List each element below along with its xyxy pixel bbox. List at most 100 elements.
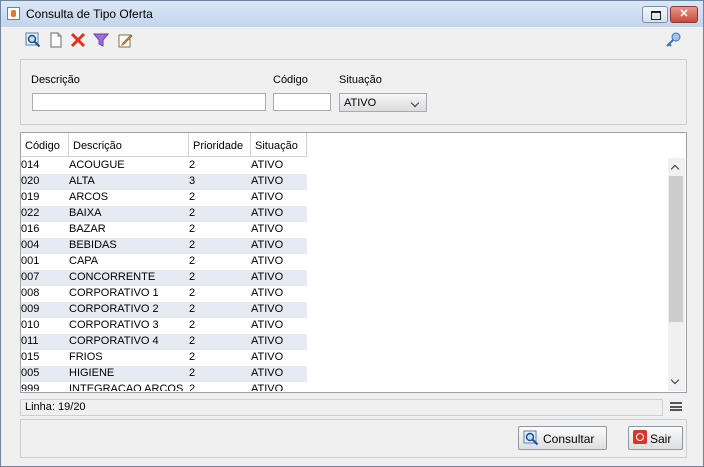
status-bar: Linha: 19/20 xyxy=(20,399,663,416)
cell-prioridade: 3 xyxy=(189,175,196,187)
cell-prioridade: 2 xyxy=(189,191,196,203)
search-icon[interactable] xyxy=(25,32,41,48)
cell-prioridade: 2 xyxy=(189,367,196,379)
situacao-label: Situação xyxy=(339,74,382,86)
cell-codigo: 001 xyxy=(21,255,40,267)
cell-descricao: INTEGRACAO ARCOS xyxy=(69,383,184,391)
cell-descricao: FRIOS xyxy=(69,351,103,363)
new-document-icon[interactable] xyxy=(48,32,64,48)
cell-descricao: CAPA xyxy=(69,255,99,267)
cell-situacao: ATIVO xyxy=(251,239,284,251)
search-icon xyxy=(523,430,539,446)
table-row[interactable]: 004 BEBIDAS 2 ATIVO xyxy=(21,238,307,254)
cell-prioridade: 2 xyxy=(189,255,196,267)
table-body: 014 ACOUGUE 2 ATIVO 020 ALTA 3 ATIVO 019 ARCOS 2 AT… xyxy=(21,158,307,391)
button-panel: Consultar Sair xyxy=(20,419,687,458)
filter-icon[interactable] xyxy=(93,32,109,48)
cell-descricao: CORPORATIVO 3 xyxy=(69,319,159,331)
cell-codigo: 016 xyxy=(21,223,40,235)
table-row[interactable]: 009 CORPORATIVO 2 2 ATIVO xyxy=(21,302,307,318)
cell-descricao: CORPORATIVO 2 xyxy=(69,303,159,315)
chevron-down-icon xyxy=(410,98,420,108)
edit-icon[interactable] xyxy=(117,32,133,48)
cell-situacao: ATIVO xyxy=(251,335,284,347)
cell-situacao: ATIVO xyxy=(251,287,284,299)
cell-situacao: ATIVO xyxy=(251,303,284,315)
window: Consulta de Tipo Oferta ✕ Descrição Códi… xyxy=(0,0,704,467)
restore-button[interactable] xyxy=(642,6,668,23)
results-table[interactable]: Código Descrição Prioridade Situação 014… xyxy=(20,132,687,393)
chevron-up-icon[interactable] xyxy=(670,164,680,174)
vertical-scrollbar[interactable] xyxy=(668,158,685,391)
column-header-situacao[interactable]: Situação xyxy=(251,133,307,157)
cell-prioridade: 2 xyxy=(189,335,196,347)
cell-situacao: ATIVO xyxy=(251,351,284,363)
consultar-button[interactable]: Consultar xyxy=(518,426,607,450)
cell-codigo: 015 xyxy=(21,351,40,363)
menu-lines-icon[interactable] xyxy=(670,402,682,411)
key-icon[interactable] xyxy=(665,32,681,48)
consultar-label: Consultar xyxy=(543,432,595,446)
cell-descricao: ALTA xyxy=(69,175,95,187)
table-row[interactable]: 015 FRIOS 2 ATIVO xyxy=(21,350,307,366)
cell-descricao: CONCORRENTE xyxy=(69,271,156,283)
sair-button[interactable]: Sair xyxy=(628,426,683,450)
cell-situacao: ATIVO xyxy=(251,207,284,219)
codigo-input[interactable] xyxy=(273,93,331,111)
table-row[interactable]: 005 HIGIENE 2 ATIVO xyxy=(21,366,307,382)
window-title: Consulta de Tipo Oferta xyxy=(26,7,153,21)
descricao-label: Descrição xyxy=(31,74,80,86)
sair-label: Sair xyxy=(650,432,672,446)
cell-codigo: 020 xyxy=(21,175,40,187)
cell-prioridade: 2 xyxy=(189,351,196,363)
cell-codigo: 011 xyxy=(21,335,39,347)
cell-situacao: ATIVO xyxy=(251,271,284,283)
table-row[interactable]: 001 CAPA 2 ATIVO xyxy=(21,254,307,270)
cell-codigo: 022 xyxy=(21,207,40,219)
cell-codigo: 014 xyxy=(21,159,40,171)
chevron-down-icon[interactable] xyxy=(670,375,680,385)
column-header-prioridade[interactable]: Prioridade xyxy=(189,133,251,157)
situacao-select[interactable]: ATIVO xyxy=(339,93,427,112)
column-header-descricao[interactable]: Descrição xyxy=(69,133,189,157)
cell-prioridade: 2 xyxy=(189,239,196,251)
table-row[interactable]: 016 BAZAR 2 ATIVO xyxy=(21,222,307,238)
cell-situacao: ATIVO xyxy=(251,255,284,267)
cell-codigo: 008 xyxy=(21,287,40,299)
cell-prioridade: 2 xyxy=(189,319,196,331)
cell-codigo: 019 xyxy=(21,191,40,203)
table-row[interactable]: 010 CORPORATIVO 3 2 ATIVO xyxy=(21,318,307,334)
cell-descricao: BAZAR xyxy=(69,223,106,235)
java-app-icon xyxy=(7,7,20,20)
cell-situacao: ATIVO xyxy=(251,159,284,171)
situacao-selected-value: ATIVO xyxy=(344,97,377,109)
cell-prioridade: 2 xyxy=(189,287,196,299)
cell-codigo: 009 xyxy=(21,303,40,315)
power-icon xyxy=(633,430,647,444)
table-row[interactable]: 019 ARCOS 2 ATIVO xyxy=(21,190,307,206)
cell-situacao: ATIVO xyxy=(251,367,284,379)
table-row[interactable]: 020 ALTA 3 ATIVO xyxy=(21,174,307,190)
cell-descricao: ARCOS xyxy=(69,191,109,203)
scrollbar-thumb[interactable] xyxy=(669,176,683,322)
table-row[interactable]: 007 CONCORRENTE 2 ATIVO xyxy=(21,270,307,286)
cell-codigo: 005 xyxy=(21,367,40,379)
table-row[interactable]: 011 CORPORATIVO 4 2 ATIVO xyxy=(21,334,307,350)
descricao-input[interactable] xyxy=(32,93,266,111)
codigo-label: Código xyxy=(273,74,308,86)
cell-codigo: 010 xyxy=(21,319,40,331)
delete-icon[interactable] xyxy=(70,32,86,48)
column-header-codigo[interactable]: Código xyxy=(21,133,69,157)
table-row[interactable]: 008 CORPORATIVO 1 2 ATIVO xyxy=(21,286,307,302)
cell-descricao: CORPORATIVO 4 xyxy=(69,335,159,347)
toolbar xyxy=(1,29,703,53)
cell-descricao: BEBIDAS xyxy=(69,239,117,251)
close-button[interactable]: ✕ xyxy=(670,6,698,23)
cell-descricao: BAIXA xyxy=(69,207,102,219)
table-row[interactable]: 022 BAIXA 2 ATIVO xyxy=(21,206,307,222)
table-row[interactable]: 014 ACOUGUE 2 ATIVO xyxy=(21,158,307,174)
title-bar: Consulta de Tipo Oferta ✕ xyxy=(1,1,703,27)
table-row[interactable]: 999 INTEGRACAO ARCOS 2 ATIVO xyxy=(21,382,307,391)
cell-situacao: ATIVO xyxy=(251,175,284,187)
cell-codigo: 004 xyxy=(21,239,40,251)
